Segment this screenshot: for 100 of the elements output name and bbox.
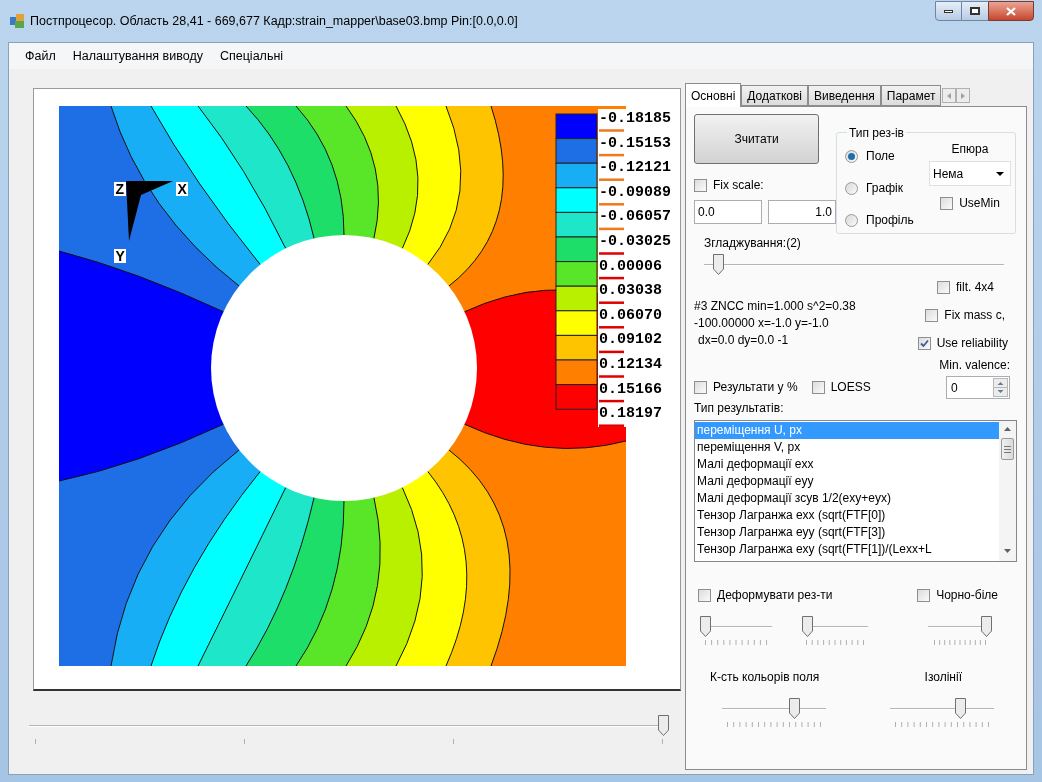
legend-tick	[599, 301, 624, 304]
slider-track[interactable]	[704, 254, 1004, 276]
legend-value: 0.09102	[599, 331, 662, 349]
tab[interactable]: Додаткові	[741, 85, 808, 106]
menu-item[interactable]: Спеціальні	[211, 46, 292, 66]
checkbox-label: Use reliability	[936, 335, 1008, 352]
axis-label: X	[177, 181, 187, 197]
legend-value: 0.15166	[599, 380, 662, 398]
checkbox[interactable]	[925, 308, 939, 322]
slider-thumb[interactable]	[955, 698, 967, 719]
slider-thumb[interactable]	[658, 715, 669, 736]
smoothing-label: Згладжування:(2)	[704, 235, 802, 252]
checkbox[interactable]	[940, 196, 954, 210]
check-icon	[919, 338, 929, 348]
minimize-button[interactable]	[935, 1, 962, 21]
list-item[interactable]: Тензор Лагранжа exx (sqrt(FTF[0])	[695, 507, 999, 524]
legend-value: -0.15153	[599, 134, 671, 152]
checkbox-label: Чорно-біле	[936, 587, 998, 604]
app-icon	[10, 14, 24, 28]
legend-tick	[599, 276, 624, 280]
scrollbar[interactable]	[999, 421, 1016, 561]
checkbox-label: UseMin	[959, 195, 1000, 212]
radio-button[interactable]	[845, 181, 858, 195]
scroll-right-button[interactable]	[956, 88, 971, 103]
legend-tick	[599, 227, 624, 231]
legend-tick	[599, 424, 624, 427]
radio-label: Профіль	[866, 212, 914, 229]
tab[interactable]: Основні	[685, 83, 742, 107]
legend-tick	[599, 178, 624, 181]
maximize-button[interactable]	[962, 1, 988, 21]
down-arrow-icon	[1004, 549, 1011, 553]
slider-track[interactable]	[802, 616, 868, 638]
axis-label: Y	[115, 248, 125, 264]
tab[interactable]: Виведення	[808, 85, 881, 106]
legend-value: 0.18197	[599, 405, 662, 423]
checkbox[interactable]	[698, 588, 711, 602]
minimize-icon	[944, 9, 953, 13]
read-button[interactable]: Зчитати	[694, 114, 819, 164]
epure-dropdown[interactable]: Нема	[929, 161, 1011, 186]
window-title: Постпроцесор. Область 28,41 - 669,677 Кадр:strain_mapper\base03.bmp Pin:[0.0,0.0]	[30, 12, 518, 30]
min-valence-spinner[interactable]: 0	[946, 376, 1010, 399]
checkbox[interactable]	[917, 588, 931, 602]
scale-min-field[interactable]: 0.0	[694, 200, 762, 224]
close-icon	[1006, 6, 1016, 16]
spin-arrows-icon	[993, 378, 1008, 397]
list-item[interactable]: переміщення V, px	[695, 439, 999, 456]
legend-tick	[599, 399, 624, 403]
slider-track[interactable]	[928, 616, 992, 638]
legend-tick	[599, 203, 624, 206]
list-item[interactable]: Малі деформації exx	[695, 456, 999, 473]
legend-value: -0.09089	[599, 183, 671, 201]
results-list[interactable]	[694, 420, 1017, 562]
menu-item[interactable]: Налаштування виводу	[64, 46, 211, 66]
menu-item[interactable]: Файл	[17, 46, 64, 66]
legend-value: 0.12134	[599, 356, 662, 373]
checkbox-label: LOESS	[830, 379, 871, 396]
legend-value: -0.12121	[599, 159, 671, 177]
legend-tick	[599, 326, 624, 329]
scroll-left-button[interactable]	[942, 88, 957, 103]
slider-thumb[interactable]	[700, 616, 711, 637]
list-item[interactable]: Малі деформації зсув 1/2(exy+eyx)	[695, 490, 999, 507]
checkbox[interactable]	[694, 380, 707, 394]
slider-thumb[interactable]	[788, 698, 800, 719]
axis-triad-icon	[126, 181, 173, 241]
slider-thumb[interactable]	[712, 254, 724, 275]
radio-button[interactable]	[845, 213, 858, 227]
min-valence-label: Min. valence:	[939, 357, 1010, 374]
left-arrow-icon	[947, 92, 952, 99]
checkbox[interactable]	[937, 280, 950, 294]
legend-tick	[599, 375, 624, 378]
legend-value: 0.03038	[599, 282, 662, 300]
isolines-label: Ізолінії	[924, 669, 962, 686]
list-item[interactable]: Малі деформації eyy	[695, 473, 999, 490]
results-label: Тип результатів:	[694, 400, 785, 417]
radio-label: Графік	[866, 180, 903, 197]
caret-icon	[996, 171, 1004, 176]
slider-track[interactable]	[890, 698, 994, 720]
scale-max-field[interactable]: 1.0	[768, 200, 836, 224]
slider-thumb[interactable]	[802, 616, 813, 637]
checkbox-label: Деформувати рез-ти	[717, 587, 833, 604]
legend-value: -0.03025	[599, 233, 671, 250]
legend-tick	[599, 153, 624, 157]
slider-track[interactable]	[700, 616, 772, 638]
slider-thumb[interactable]	[981, 616, 992, 637]
epure-label: Епюра	[951, 141, 989, 158]
checkbox[interactable]	[917, 336, 931, 350]
checkbox[interactable]	[811, 380, 825, 394]
tab[interactable]: Парамет	[880, 85, 942, 106]
axis-label: Z	[115, 181, 125, 197]
list-item[interactable]: Тензор Лагранжа eyy (sqrt(FTF[3])	[695, 524, 999, 541]
checkbox[interactable]	[694, 178, 707, 192]
slider-track[interactable]	[722, 698, 826, 720]
close-button[interactable]	[988, 1, 1034, 21]
info-line: -100.00000 x=-1.0 y=-1.0	[694, 315, 830, 332]
radio-button[interactable]	[845, 149, 858, 163]
legend-value: 0.06070	[599, 306, 662, 324]
list-item[interactable]: Тензор Лагранжа exy (sqrt(FTF[1])/(Lexx+L	[695, 541, 999, 558]
slider-track[interactable]	[29, 715, 669, 737]
up-arrow-icon	[1004, 427, 1011, 431]
scroll-thumb[interactable]	[1001, 438, 1014, 460]
